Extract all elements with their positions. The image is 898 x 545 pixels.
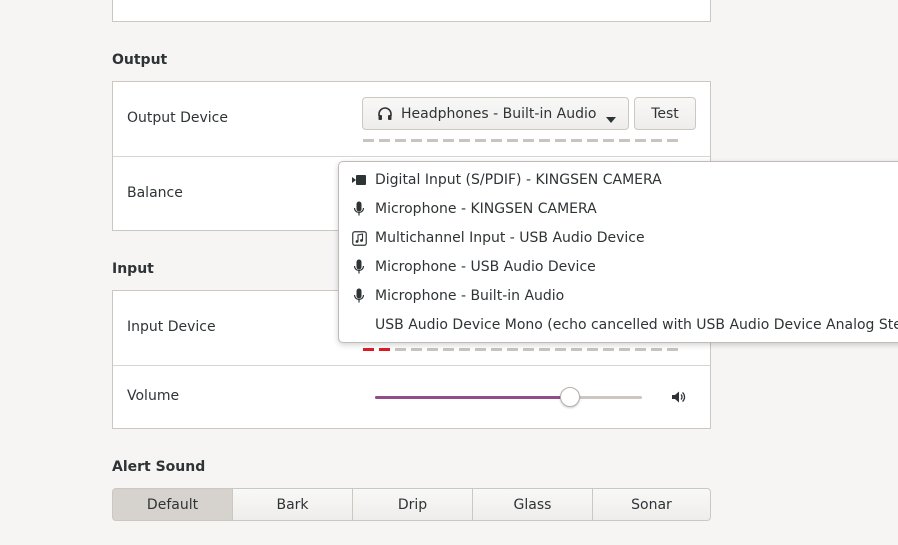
- chevron-down-icon: [606, 111, 616, 127]
- popover-item[interactable]: Microphone - USB Audio Device: [351, 256, 596, 278]
- popover-item[interactable]: Microphone - KINGSEN CAMERA: [351, 198, 597, 220]
- popover-item-label: Microphone - USB Audio Device: [375, 259, 596, 275]
- alert-sound-title: Alert Sound: [112, 459, 206, 475]
- output-device-dropdown[interactable]: Headphones - Built-in Audio: [362, 97, 629, 130]
- microphone-icon: [351, 259, 367, 275]
- microphone-icon: [351, 201, 367, 217]
- microphone-icon: [351, 288, 367, 304]
- headphones-icon: [377, 106, 393, 122]
- popover-item-label: USB Audio Device Mono (echo cancelled wi…: [375, 317, 898, 333]
- popover-item[interactable]: Multichannel Input - USB Audio Device: [351, 227, 645, 249]
- balance-label: Balance: [127, 185, 183, 201]
- speaker-volume-icon[interactable]: [670, 389, 686, 409]
- input-row-divider: [113, 365, 710, 366]
- output-device-value: Headphones - Built-in Audio: [401, 105, 597, 122]
- volume-slider-knob[interactable]: [560, 387, 580, 407]
- popover-item[interactable]: Digital Input (S/PDIF) - KINGSEN CAMERA: [351, 169, 662, 191]
- popover-item-label: Microphone - KINGSEN CAMERA: [375, 201, 597, 217]
- test-button[interactable]: Test: [634, 97, 696, 130]
- popover-item[interactable]: Microphone - Built-in Audio: [351, 285, 564, 307]
- volume-slider[interactable]: [375, 386, 642, 408]
- output-level-meter: [363, 139, 678, 142]
- alert-option-glass[interactable]: Glass: [472, 488, 593, 521]
- popover-item[interactable]: USB Audio Device Mono (echo cancelled wi…: [351, 314, 898, 336]
- music-note-icon: [351, 230, 367, 246]
- alert-option-bark[interactable]: Bark: [232, 488, 353, 521]
- alert-option-drip[interactable]: Drip: [352, 488, 473, 521]
- volume-label: Volume: [127, 388, 180, 404]
- popover-item-label: Microphone - Built-in Audio: [375, 288, 565, 304]
- popover-item-label: Digital Input (S/PDIF) - KINGSEN CAMERA: [375, 172, 662, 188]
- input-device-label: Input Device: [127, 319, 216, 335]
- input-device-popover: Digital Input (S/PDIF) - KINGSEN CAMERA …: [338, 161, 898, 343]
- video-camera-icon: [351, 172, 367, 188]
- input-level-meter: [363, 348, 678, 351]
- input-section-title: Input: [112, 261, 154, 277]
- output-device-label: Output Device: [127, 110, 228, 126]
- volume-slider-fill: [375, 396, 570, 399]
- output-section-title: Output: [112, 52, 168, 68]
- alert-option-sonar[interactable]: Sonar: [592, 488, 711, 521]
- previous-section-frame: [112, 0, 711, 22]
- test-button-label: Test: [651, 105, 679, 122]
- popover-item-label: Multichannel Input - USB Audio Device: [375, 230, 645, 246]
- alert-option-default[interactable]: Default: [112, 488, 233, 521]
- output-row-divider: [113, 156, 710, 157]
